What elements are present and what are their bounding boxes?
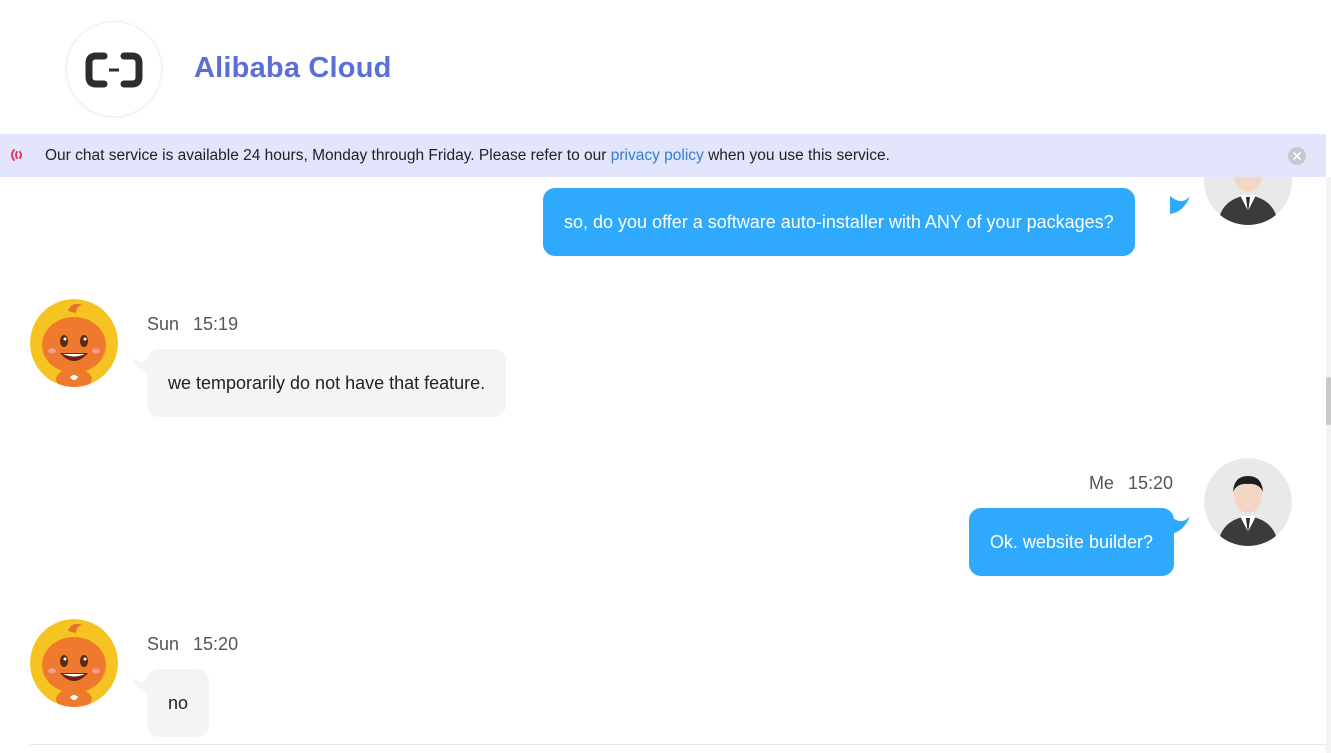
user-avatar	[1204, 458, 1292, 546]
agent-avatar	[30, 299, 118, 387]
sender-name: Sun	[147, 634, 180, 654]
message-time: 15:20	[193, 634, 239, 654]
close-icon[interactable]	[1288, 147, 1306, 165]
bubble-tail	[1170, 516, 1190, 534]
message-time: 15:19	[193, 314, 239, 334]
message-meta: Sun 15:20	[147, 634, 238, 655]
chat-message-list[interactable]: so, do you offer a software auto-install…	[0, 177, 1326, 753]
chat-header: Alibaba Cloud	[0, 0, 1331, 134]
message-bubble-agent: no	[147, 669, 210, 737]
user-avatar	[1204, 177, 1292, 225]
alibaba-cloud-logo-icon	[66, 21, 162, 117]
notice-text: Our chat service is available 24 hours, …	[45, 147, 890, 165]
service-notice-bar: Our chat service is available 24 hours, …	[0, 134, 1326, 177]
scrollbar-thumb[interactable]	[1326, 377, 1331, 425]
sender-name: Me	[1088, 473, 1114, 493]
message-meta: Sun 15:19	[147, 314, 238, 335]
broadcast-icon	[9, 148, 27, 167]
privacy-policy-link[interactable]: privacy policy	[611, 147, 704, 164]
sender-name: Sun	[147, 314, 180, 334]
notice-text-after: when you use this service.	[703, 147, 890, 164]
agent-avatar	[30, 619, 118, 707]
message-bubble-mine: Ok. website builder?	[968, 508, 1174, 576]
bubble-tail	[1170, 196, 1190, 214]
scrollbar-track[interactable]	[1326, 177, 1331, 753]
notice-text-before: Our chat service is available 24 hours, …	[45, 147, 611, 164]
message-meta: Me 15:20	[1089, 473, 1173, 494]
message-time: 15:20	[1127, 473, 1173, 493]
input-divider	[30, 744, 1326, 745]
message-bubble-mine: so, do you offer a software auto-install…	[543, 188, 1135, 256]
message-bubble-agent: we temporarily do not have that feature.	[147, 349, 507, 417]
brand-name: Alibaba Cloud	[194, 52, 392, 84]
